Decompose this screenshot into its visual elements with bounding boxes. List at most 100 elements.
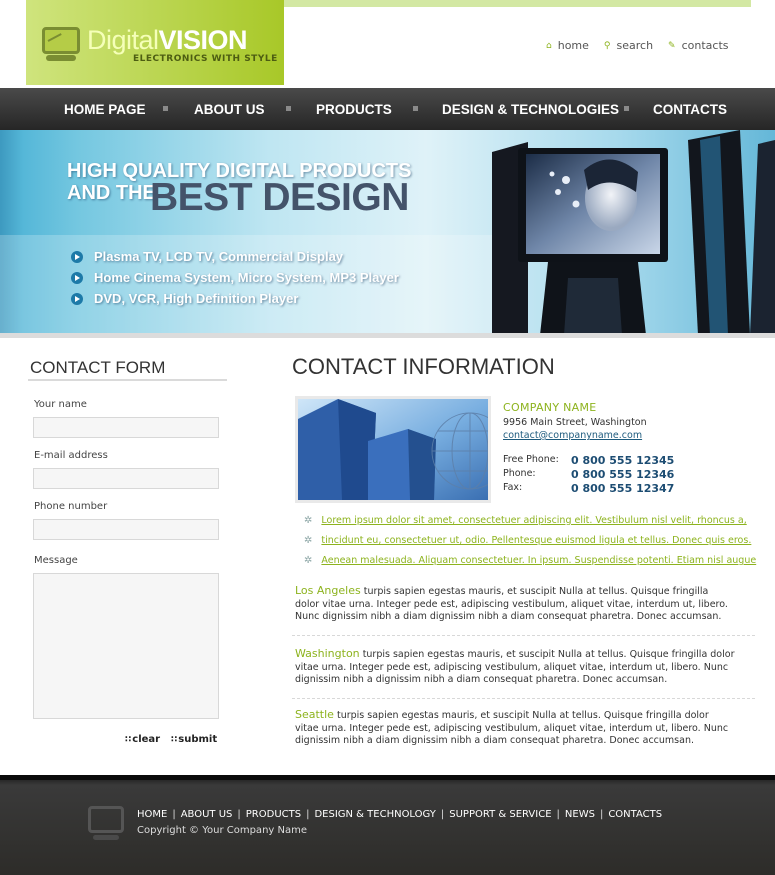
info-link-item: ✲ Lorem ipsum dolor sit amet, consectetue… xyxy=(304,515,747,526)
name-field[interactable] xyxy=(33,417,219,438)
company-name: COMPANY NAME xyxy=(503,401,597,414)
footer-separator: | xyxy=(556,809,560,820)
footer-link-about-us[interactable]: ABOUT US xyxy=(181,809,233,820)
top-link-label: search xyxy=(616,39,654,52)
nav-separator xyxy=(163,106,168,111)
city-name: Washington xyxy=(295,647,360,660)
email-field[interactable] xyxy=(33,468,219,489)
footer-separator: | xyxy=(440,809,445,820)
nav-separator xyxy=(624,106,629,111)
phone-row-label: Fax: xyxy=(503,482,523,493)
page: { "brand": {"name_light": "Digital", "na… xyxy=(0,0,775,875)
phone-row-value: 0 800 555 12346 xyxy=(571,468,675,481)
phone-row-value: 0 800 555 12347 xyxy=(571,482,675,495)
footer-link-support-service[interactable]: SUPPORT & SERVICE xyxy=(449,809,551,820)
footer-link-design-technology[interactable]: DESIGN & TECHNOLOGY xyxy=(314,809,435,820)
footer-separator: | xyxy=(599,809,604,820)
arrow-bullet-icon xyxy=(71,271,83,284)
search-icon: ⚲ xyxy=(603,40,611,51)
info-link[interactable]: Aenean malesuada. Aliquam consectetuer. … xyxy=(321,555,756,566)
submit-button-label: submit xyxy=(178,734,218,745)
logo[interactable]: DigitalVISION ELECTRONICS WITH STYLE xyxy=(26,0,284,85)
top-link-label: contacts xyxy=(681,39,729,52)
city-text: turpis sapien egestas mauris, et suscipi… xyxy=(295,710,729,746)
company-address: 9956 Main Street, Washington xyxy=(503,417,647,428)
footer-link-products[interactable]: PRODUCTS xyxy=(246,809,301,820)
city-name: Seattle xyxy=(295,708,334,721)
header-top-stripe xyxy=(284,0,751,7)
logo-title-bold: VISION xyxy=(158,25,248,55)
contact-info-title: CONTACT INFORMATION xyxy=(292,354,555,379)
nav-separator xyxy=(413,106,418,111)
home-icon: ⌂ xyxy=(546,40,552,51)
monitor-icon xyxy=(42,27,80,54)
banner-bullet-text: DVD, VCR, High Definition Player xyxy=(94,291,299,306)
footer-nav: HOME | ABOUT US | PRODUCTS | DESIGN & TECHN… xyxy=(137,809,662,820)
bullet-icon: ✲ xyxy=(304,515,313,526)
footer-link-home[interactable]: HOME xyxy=(137,809,167,820)
phone-label: Phone number xyxy=(34,501,108,512)
building-illustration xyxy=(298,399,488,500)
message-textarea[interactable] xyxy=(33,573,219,719)
dots-icon: ∷ xyxy=(125,734,131,745)
info-link[interactable]: Lorem ipsum dolor sit amet, consectetuer… xyxy=(321,515,746,526)
submit-button[interactable]: ∷ submit xyxy=(171,734,217,745)
plasma-tv-image xyxy=(492,130,775,335)
copyright: Copyright © Your Company Name xyxy=(137,825,307,836)
bullet-icon: ✲ xyxy=(304,535,313,546)
phone-field[interactable] xyxy=(33,519,219,540)
banner-bullet: Plasma TV, LCD TV, Commercial Display xyxy=(71,249,343,264)
nav-separator xyxy=(286,106,291,111)
footer-separator: | xyxy=(172,809,176,820)
message-label: Message xyxy=(34,555,78,566)
arrow-bullet-icon xyxy=(71,250,83,263)
monitor-stand xyxy=(93,835,119,840)
logo-title-light: Digital xyxy=(87,25,159,55)
nav-home-page[interactable]: HOME PAGE xyxy=(64,102,146,117)
arrow-bullet-icon xyxy=(71,292,83,305)
phone-row: Free Phone: 0 800 555 12345 xyxy=(503,454,674,467)
banner-headline-small: AND THE xyxy=(67,182,156,204)
top-link-search[interactable]: ⚲ search xyxy=(604,39,653,52)
bullet-icon: ✲ xyxy=(304,555,313,566)
city-divider xyxy=(292,698,755,699)
top-link-home[interactable]: ⌂ home xyxy=(546,39,589,52)
phone-row-value: 0 800 555 12345 xyxy=(571,454,675,467)
footer-top-line xyxy=(0,775,775,780)
main-nav: HOME PAGE ABOUT US PRODUCTS DESIGN & TEC… xyxy=(0,88,775,130)
info-link-item: ✲ tincidunt eu, consectetuer ut, odio. Pe… xyxy=(304,535,751,546)
footer-link-news[interactable]: NEWS xyxy=(565,809,595,820)
phone-row-label: Phone: xyxy=(503,468,536,479)
top-link-contacts[interactable]: ✎ contacts xyxy=(668,39,728,52)
footer-separator: | xyxy=(237,809,241,820)
clear-button-label: clear xyxy=(132,734,161,745)
city-block: Seattle turpis sapien egestas mauris, et… xyxy=(295,708,735,748)
city-block: Washington turpis sapien egestas mauris,… xyxy=(295,647,735,687)
contact-form-title-rule xyxy=(28,379,227,381)
footer-link-contacts[interactable]: CONTACTS xyxy=(608,809,662,820)
footer-separator: | xyxy=(306,809,310,820)
hero-banner: HIGH QUALITY DIGITAL PRODUCTS AND THE BE… xyxy=(0,130,775,335)
phone-row-label: Free Phone: xyxy=(503,454,559,465)
banner-headline-large: BEST DESIGN xyxy=(150,176,409,219)
nav-design-technologies[interactable]: DESIGN & TECHNOLOGIES xyxy=(442,102,619,117)
city-divider xyxy=(292,635,755,636)
city-text: turpis sapien egestas mauris, et suscipi… xyxy=(295,649,735,685)
phone-row: Phone: 0 800 555 12346 xyxy=(503,468,674,481)
top-link-label: home xyxy=(557,39,589,52)
logo-tagline: ELECTRONICS WITH STYLE xyxy=(133,54,278,64)
banner-bullet-text: Home Cinema System, Micro System, MP3 Pl… xyxy=(94,270,399,285)
monitor-icon xyxy=(88,806,124,833)
email-label: E-mail address xyxy=(34,450,108,461)
monitor-stand xyxy=(46,55,76,61)
building-photo xyxy=(295,396,491,503)
company-email-link[interactable]: contact@companyname.com xyxy=(503,430,642,441)
nav-contacts[interactable]: CONTACTS xyxy=(653,102,727,117)
info-link[interactable]: tincidunt eu, consectetuer ut, odio. Pel… xyxy=(321,535,751,546)
banner-bullet-text: Plasma TV, LCD TV, Commercial Display xyxy=(94,249,344,264)
nav-about-us[interactable]: ABOUT US xyxy=(194,102,265,117)
contact-form-title: CONTACT FORM xyxy=(30,358,166,377)
banner-divider xyxy=(0,333,775,338)
clear-button[interactable]: ∷ clear xyxy=(125,734,160,745)
nav-products[interactable]: PRODUCTS xyxy=(316,102,392,117)
